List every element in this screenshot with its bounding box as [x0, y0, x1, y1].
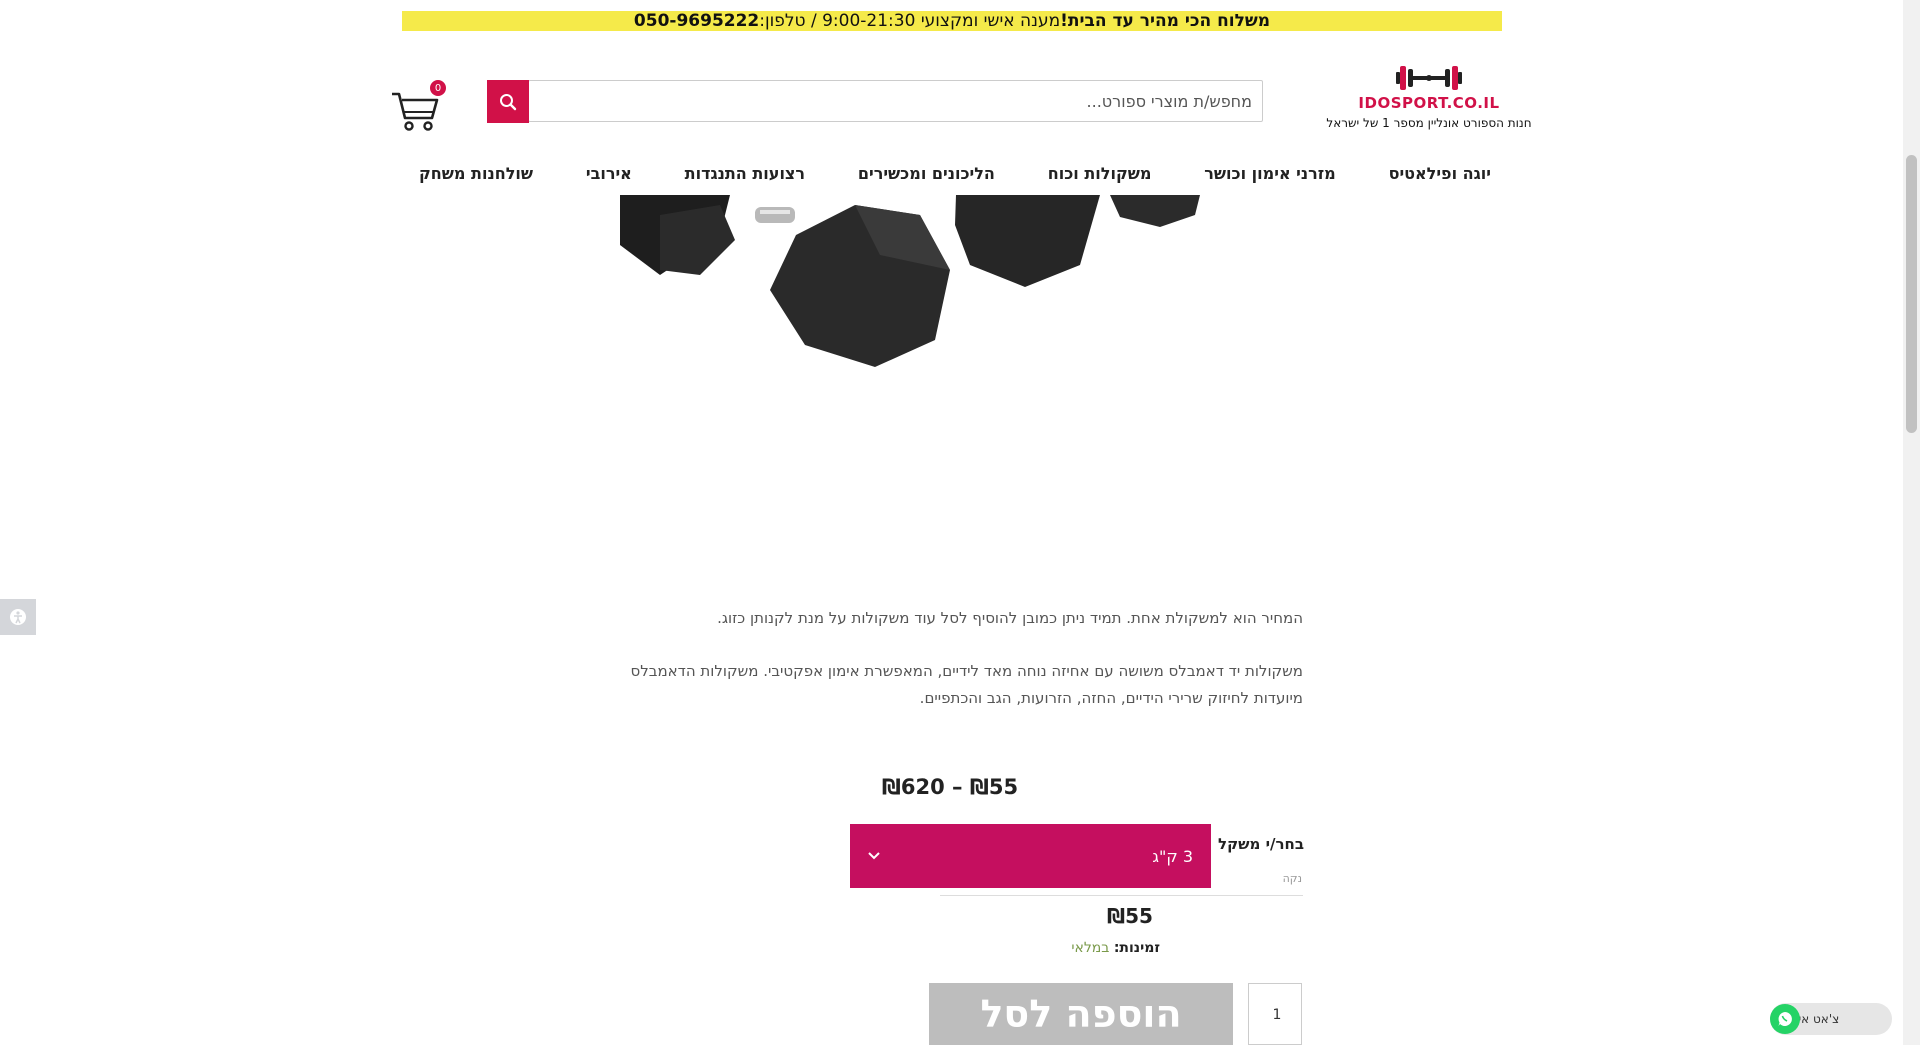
price-range: ₪55 – ₪620: [881, 775, 1019, 799]
search-field[interactable]: [528, 80, 1263, 122]
site-logo[interactable]: IDOSPORT.CO.IL חנות הספורט אונליין מספר …: [1326, 60, 1532, 130]
description-text: משקולות יד דאמבלס משושה עם אחיזה נוחה מא…: [630, 662, 1303, 707]
whatsapp-icon[interactable]: [1770, 1004, 1800, 1034]
product-image: [600, 195, 1220, 375]
product-description: המחיר הוא למשקולת אחת. תמיד ניתן כמובן ל…: [620, 605, 1303, 738]
search-button[interactable]: [487, 80, 529, 123]
variation-divider: [940, 895, 1303, 896]
nav-item-tables[interactable]: שולחנות משחק: [400, 164, 552, 183]
availability-label: זמינות:: [1113, 940, 1160, 956]
accessibility-button[interactable]: [0, 599, 36, 635]
scrollbar-thumb[interactable]: [1906, 155, 1917, 433]
nav-item-treadmills[interactable]: הליכונים ומכשירים: [839, 164, 1014, 183]
quantity-field[interactable]: [1248, 983, 1305, 1046]
accessibility-icon: [10, 609, 26, 625]
nav-item-yoga[interactable]: יוגה ופילאטיס: [1370, 164, 1510, 183]
announcement-service: מענה אישי ומקצועי 9:00-21:30 / טלפון:: [759, 11, 1061, 31]
announcement-phone[interactable]: 050-9695222: [634, 11, 759, 31]
logo-text: IDOSPORT.CO.IL: [1358, 94, 1500, 112]
availability: זמינות: במלאי: [1010, 940, 1160, 956]
price-note: המחיר הוא למשקולת אחת. תמיד ניתן כמובן ל…: [717, 609, 1303, 627]
nav-item-aerobic[interactable]: אירובי: [567, 164, 651, 183]
logo-tagline: חנות הספורט אונליין מספר 1 של ישראל: [1326, 116, 1532, 130]
add-to-cart-button[interactable]: הוספה לסל: [929, 983, 1233, 1045]
logo-dumbbell-icon: [1394, 60, 1464, 96]
search-icon: [500, 93, 517, 110]
cart-button[interactable]: 0: [390, 80, 446, 136]
nav-item-mats[interactable]: מזרני אימון וכושר: [1185, 164, 1354, 183]
nav-item-bands[interactable]: רצועות התנגדות: [666, 164, 824, 183]
clear-selection-link[interactable]: נקה: [1270, 872, 1302, 885]
site-header: IDOSPORT.CO.IL חנות הספורט אונליין מספר …: [0, 40, 1900, 140]
chevron-down-icon: [868, 852, 880, 860]
search-input[interactable]: [529, 81, 1262, 121]
variant-price: ₪55: [1107, 904, 1153, 928]
availability-value: במלאי: [1071, 940, 1114, 956]
weight-select[interactable]: 3 ק"ג: [850, 824, 1211, 888]
announcement-bold: משלוח הכי מהיר עד הבית!: [1060, 11, 1271, 31]
cart-count-badge: 0: [430, 80, 446, 96]
main-navigation: יוגה ופילאטיס מזרני אימון וכושר משקולות …: [400, 158, 1510, 188]
weight-select-value: 3 ק"ג: [1152, 846, 1193, 866]
announcement-bar: משלוח הכי מהיר עד הבית! מענה אישי ומקצוע…: [402, 11, 1502, 31]
variation-label: בחר/י משקל: [1218, 835, 1304, 853]
nav-item-weights[interactable]: משקולות וכוח: [1029, 164, 1171, 183]
quantity-input[interactable]: [1249, 984, 1305, 1046]
